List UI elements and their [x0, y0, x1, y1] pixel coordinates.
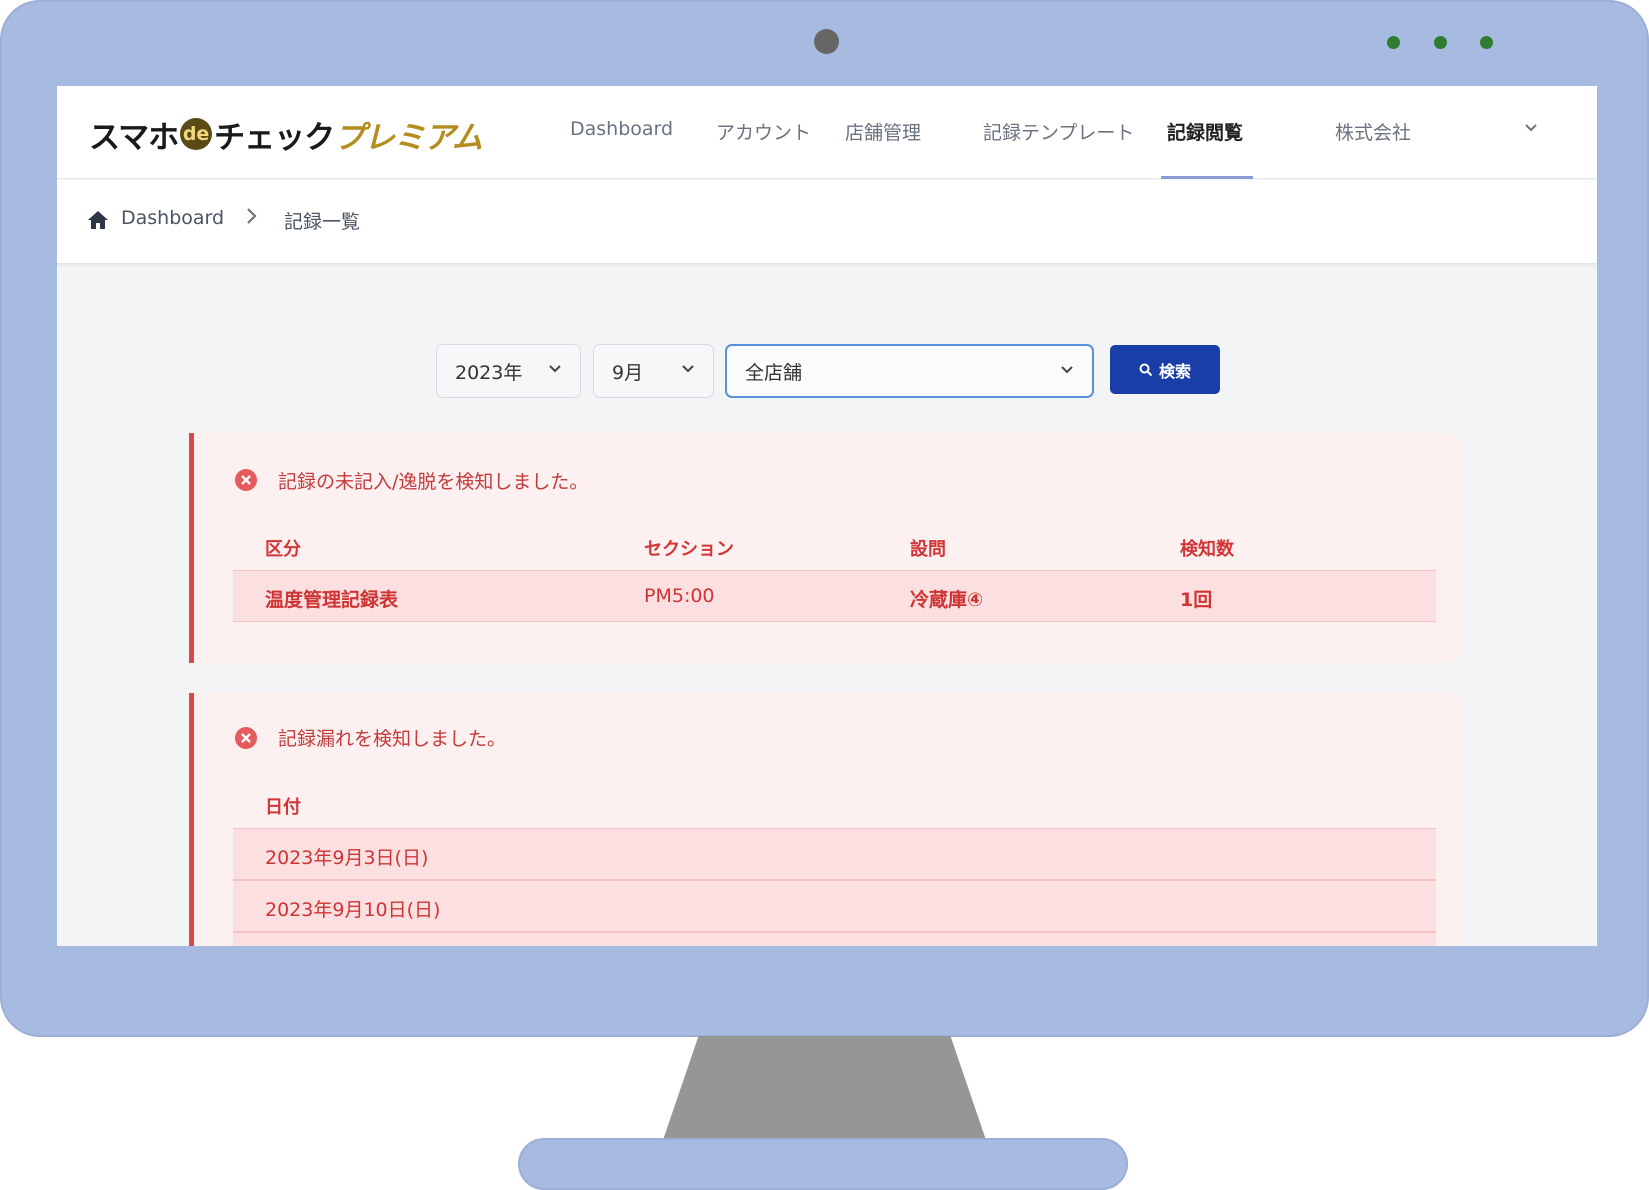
- nav-store-management[interactable]: 店舗管理: [845, 118, 921, 145]
- month-select-value: 9月: [612, 361, 644, 384]
- month-select[interactable]: 9月: [593, 344, 714, 398]
- logo-badge: de: [180, 118, 213, 150]
- screen: スマホ de チェック プレミアム Dashboard アカウント 店舗管理 記…: [57, 86, 1597, 946]
- table-cell: 2023年9月10日(日): [265, 899, 441, 921]
- column-header: 区分: [265, 539, 301, 560]
- table-cell: 1回: [1180, 589, 1213, 611]
- status-light-icon: [1387, 36, 1400, 49]
- nav-record-browse[interactable]: 記録閲覧: [1167, 118, 1243, 145]
- breadcrumb: Dashboard 記録一覧: [57, 180, 1597, 264]
- home-icon[interactable]: [87, 210, 109, 230]
- search-icon: [1139, 363, 1153, 376]
- breadcrumb-current: 記録一覧: [284, 211, 361, 233]
- chevron-right-icon: [247, 208, 257, 224]
- store-select[interactable]: 全店舗: [725, 344, 1094, 398]
- alert-message: 記録漏れを検知しました。: [278, 728, 507, 750]
- store-select-value: 全店舗: [745, 361, 803, 384]
- column-header: 日付: [265, 797, 301, 818]
- company-menu[interactable]: 株式会社: [1335, 118, 1411, 145]
- missing-record-alert: 記録漏れを検知しました。 日付 2023年9月3日(日) 2023年9月10日(…: [189, 693, 1463, 946]
- year-select-value: 2023年: [455, 361, 523, 384]
- chevron-down-icon: [1061, 366, 1073, 374]
- top-navbar: スマホ de チェック プレミアム Dashboard アカウント 店舗管理 記…: [57, 86, 1597, 179]
- column-header: 検知数: [1180, 539, 1234, 560]
- table-cell: PM5:00: [644, 585, 715, 607]
- nav-account[interactable]: アカウント: [716, 118, 811, 145]
- monitor-base: [518, 1138, 1128, 1190]
- logo-text: スマホ: [89, 119, 179, 156]
- missing-entry-alert: 記録の未記入/逸脱を検知しました。 区分 セクション 設問 検知数 温度管理記録…: [189, 433, 1463, 663]
- column-header: セクション: [644, 539, 734, 560]
- brand-logo[interactable]: スマホ de チェック プレミアム: [89, 114, 483, 156]
- camera-icon: [814, 29, 839, 54]
- table-row[interactable]: 2023年9月10日(日): [233, 880, 1436, 932]
- table-row[interactable]: 2023年9月3日(日): [233, 828, 1436, 880]
- table-cell: 温度管理記録表: [265, 589, 399, 611]
- search-button[interactable]: 検索: [1110, 345, 1220, 394]
- table-row[interactable]: [233, 932, 1436, 946]
- status-light-icon: [1434, 36, 1447, 49]
- breadcrumb-dashboard-link[interactable]: Dashboard: [121, 207, 224, 229]
- active-tab-indicator: [1161, 176, 1253, 179]
- logo-text: プレミアム: [334, 119, 483, 156]
- error-icon: [235, 469, 257, 491]
- table-row[interactable]: 温度管理記録表 PM5:00 冷蔵庫④ 1回: [233, 570, 1436, 622]
- nav-record-template[interactable]: 記録テンプレート: [983, 118, 1134, 145]
- table-cell: 冷蔵庫④: [910, 589, 984, 611]
- monitor-stand: [663, 1036, 986, 1140]
- year-select[interactable]: 2023年: [436, 344, 581, 398]
- table-cell: 2023年9月3日(日): [265, 847, 429, 869]
- status-light-icon: [1480, 36, 1493, 49]
- search-button-label: 検索: [1158, 361, 1191, 381]
- chevron-down-icon: [549, 365, 561, 373]
- column-header: 設問: [910, 539, 946, 560]
- logo-text: チェック: [214, 119, 335, 156]
- chevron-down-icon[interactable]: [1523, 120, 1539, 136]
- monitor-frame: スマホ de チェック プレミアム Dashboard アカウント 店舗管理 記…: [0, 0, 1649, 1037]
- chevron-down-icon: [682, 365, 694, 373]
- nav-dashboard[interactable]: Dashboard: [570, 118, 673, 140]
- error-icon: [235, 727, 257, 749]
- alert-message: 記録の未記入/逸脱を検知しました。: [278, 471, 589, 493]
